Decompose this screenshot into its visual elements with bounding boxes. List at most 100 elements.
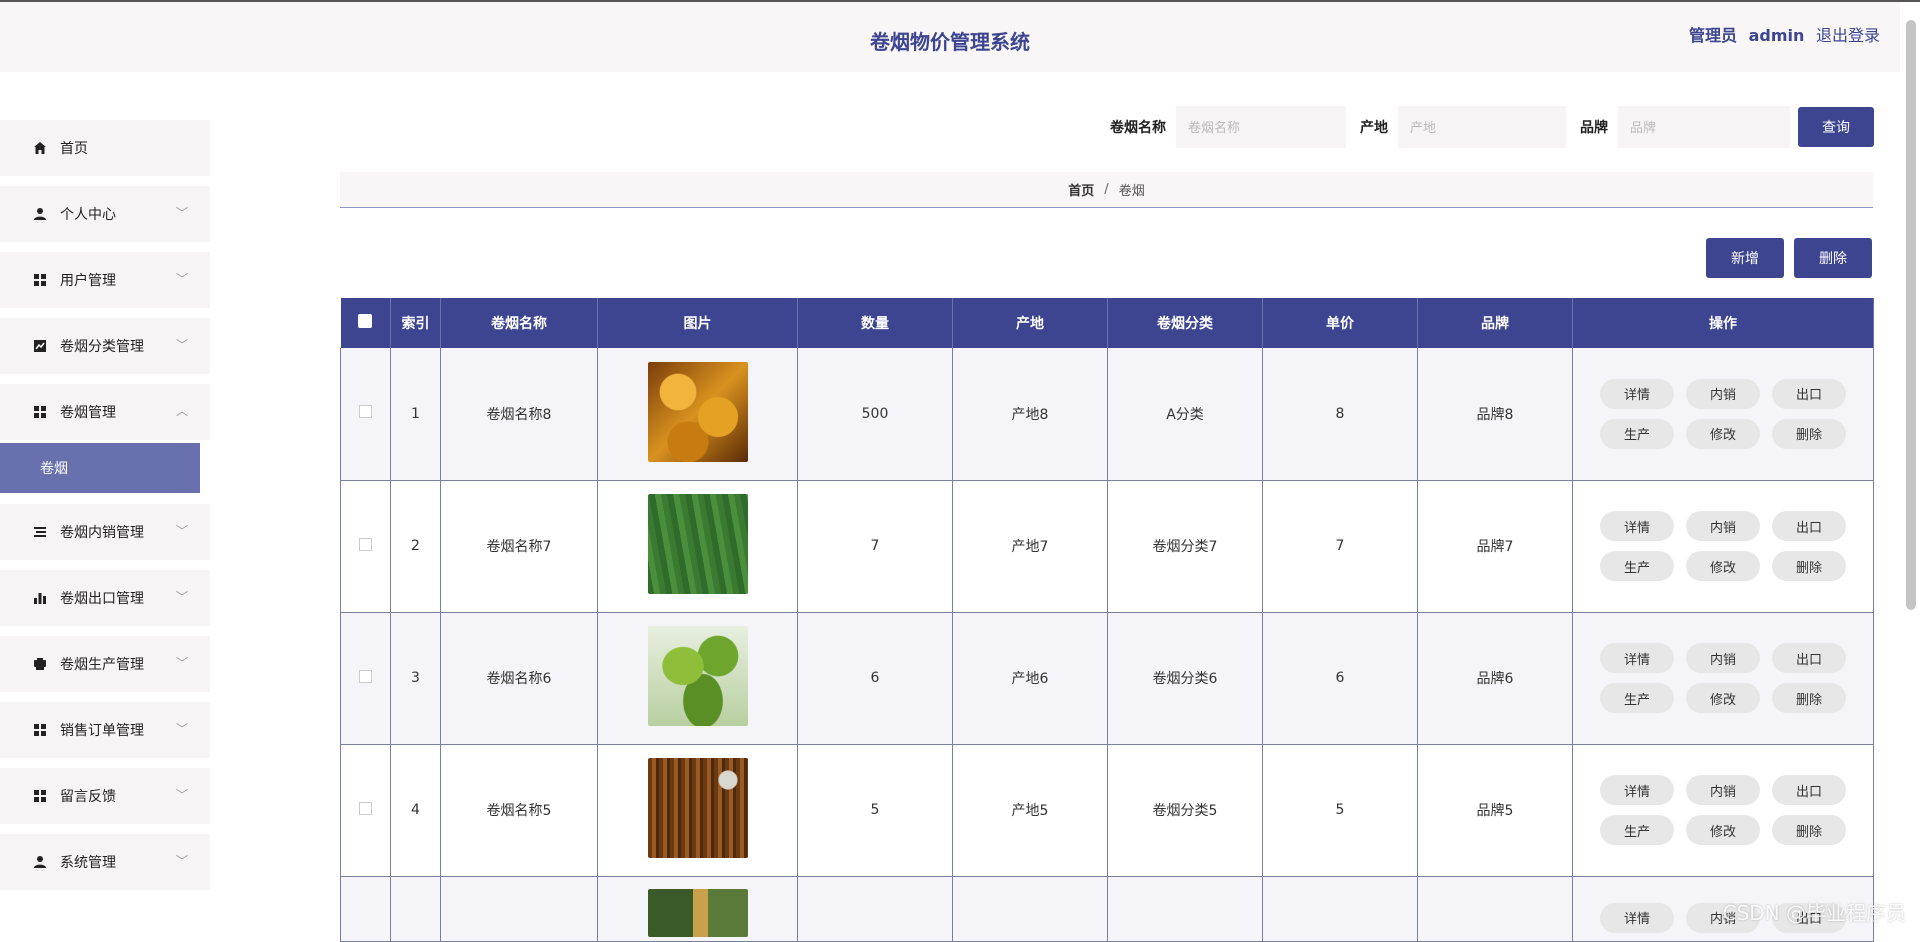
cell-index: 3 xyxy=(391,612,441,744)
cell-index: 4 xyxy=(391,744,441,876)
sidebar-item-system[interactable]: 系统管理 ﹀ xyxy=(0,834,210,890)
column-header: 品牌 xyxy=(1418,298,1573,348)
sidebar-subitem-cigarette[interactable]: 卷烟 xyxy=(0,443,200,493)
person-icon xyxy=(32,854,48,870)
domestic-sale-button[interactable]: 内销 xyxy=(1686,379,1760,409)
name-search-input[interactable] xyxy=(1176,106,1346,148)
cell-brand: 品牌8 xyxy=(1418,348,1573,480)
batch-delete-button[interactable]: 删除 xyxy=(1794,238,1872,278)
table-actions: 新增 删除 xyxy=(1696,238,1872,278)
sidebar-item-domestic-sales[interactable]: 卷烟内销管理 ﹀ xyxy=(0,504,210,560)
detail-button[interactable]: 详情 xyxy=(1600,643,1674,673)
cigarette-photo xyxy=(648,626,748,726)
export-button[interactable]: 出口 xyxy=(1772,511,1846,541)
breadcrumb-home[interactable]: 首页 xyxy=(1068,180,1094,199)
origin-search-input[interactable] xyxy=(1398,106,1566,148)
column-header: 卷烟分类 xyxy=(1108,298,1263,348)
cell-price: 5 xyxy=(1263,744,1418,876)
cell-origin: 产地5 xyxy=(953,744,1108,876)
cell-category: 卷烟分类5 xyxy=(1108,744,1263,876)
domestic-sale-button[interactable]: 内销 xyxy=(1686,643,1760,673)
detail-button[interactable]: 详情 xyxy=(1600,379,1674,409)
export-button[interactable]: 出口 xyxy=(1772,775,1846,805)
breadcrumb-separator: / xyxy=(1104,182,1108,197)
cigarette-photo xyxy=(648,889,748,937)
table-row: 详情 内销 出口 xyxy=(341,876,1874,941)
produce-button[interactable]: 生产 xyxy=(1600,815,1674,845)
sidebar-item-personal-center[interactable]: 个人中心 ﹀ xyxy=(0,186,210,242)
sidebar-item-export[interactable]: 卷烟出口管理 ﹀ xyxy=(0,570,210,626)
cell-index: 1 xyxy=(391,348,441,480)
cell-name: 卷烟名称7 xyxy=(441,480,598,612)
row-checkbox[interactable] xyxy=(359,405,372,418)
row-checkbox[interactable] xyxy=(359,802,372,815)
delete-button[interactable]: 删除 xyxy=(1772,419,1846,449)
chevron-up-icon: ︿ xyxy=(176,402,188,419)
column-header: 图片 xyxy=(598,298,798,348)
column-header: 索引 xyxy=(391,298,441,348)
sidebar-item-sales-orders[interactable]: 销售订单管理 ﹀ xyxy=(0,702,210,758)
origin-label: 产地 xyxy=(1360,117,1388,137)
cell-price: 7 xyxy=(1263,480,1418,612)
chart-icon xyxy=(32,338,48,354)
brand-search-input[interactable] xyxy=(1618,106,1790,148)
cell-origin: 产地8 xyxy=(953,348,1108,480)
chevron-down-icon: ﹀ xyxy=(176,786,188,803)
sidebar-item-production[interactable]: 卷烟生产管理 ﹀ xyxy=(0,636,210,692)
edit-button[interactable]: 修改 xyxy=(1686,419,1760,449)
chevron-down-icon: ﹀ xyxy=(176,852,188,869)
app-header: 卷烟物价管理系统 管理员 admin 退出登录 xyxy=(0,2,1900,72)
sidebar-item-label: 系统管理 xyxy=(60,852,116,872)
brand-label: 品牌 xyxy=(1580,117,1608,137)
domestic-sale-button[interactable]: 内销 xyxy=(1686,775,1760,805)
row-checkbox[interactable] xyxy=(359,670,372,683)
page-scrollbar[interactable] xyxy=(1906,20,1916,610)
logout-link[interactable]: 退出登录 xyxy=(1816,26,1880,45)
domestic-sale-button[interactable]: 内销 xyxy=(1686,511,1760,541)
delete-button[interactable]: 删除 xyxy=(1772,683,1846,713)
sidebar-item-label: 卷烟管理 xyxy=(60,402,116,422)
select-all-checkbox[interactable] xyxy=(358,314,372,328)
delete-button[interactable]: 删除 xyxy=(1772,815,1846,845)
breadcrumb: 首页 / 卷烟 xyxy=(340,172,1873,208)
export-button[interactable]: 出口 xyxy=(1772,643,1846,673)
cell-category: 卷烟分类7 xyxy=(1108,480,1263,612)
home-icon xyxy=(32,140,48,156)
row-actions: 详情 内销 出口 生产 修改 删除 xyxy=(1573,511,1873,581)
detail-button[interactable]: 详情 xyxy=(1600,775,1674,805)
app-title: 卷烟物价管理系统 xyxy=(0,26,1900,55)
user-role: 管理员 xyxy=(1689,26,1737,45)
detail-button[interactable]: 详情 xyxy=(1600,903,1674,933)
produce-button[interactable]: 生产 xyxy=(1600,551,1674,581)
sidebar-item-home[interactable]: 首页 xyxy=(0,120,210,176)
select-all-header[interactable] xyxy=(341,298,391,348)
name-label: 卷烟名称 xyxy=(1110,117,1166,137)
cigarette-photo xyxy=(648,362,748,462)
sidebar-item-feedback[interactable]: 留言反馈 ﹀ xyxy=(0,768,210,824)
sidebar-item-cigarette-management[interactable]: 卷烟管理 ︿ xyxy=(0,384,210,440)
sidebar-item-label: 个人中心 xyxy=(60,204,116,224)
row-checkbox[interactable] xyxy=(359,538,372,551)
sidebar-item-category-management[interactable]: 卷烟分类管理 ﹀ xyxy=(0,318,210,374)
delete-button[interactable]: 删除 xyxy=(1772,551,1846,581)
cell-category: A分类 xyxy=(1108,348,1263,480)
edit-button[interactable]: 修改 xyxy=(1686,815,1760,845)
edit-button[interactable]: 修改 xyxy=(1686,683,1760,713)
sidebar-item-label: 销售订单管理 xyxy=(60,720,144,740)
cell-category: 卷烟分类6 xyxy=(1108,612,1263,744)
person-icon xyxy=(32,206,48,222)
cell-price: 6 xyxy=(1263,612,1418,744)
chevron-down-icon: ﹀ xyxy=(176,204,188,221)
search-button[interactable]: 查询 xyxy=(1798,107,1874,147)
edit-button[interactable]: 修改 xyxy=(1686,551,1760,581)
export-button[interactable]: 出口 xyxy=(1772,379,1846,409)
sidebar-item-user-management[interactable]: 用户管理 ﹀ xyxy=(0,252,210,308)
add-button[interactable]: 新增 xyxy=(1706,238,1784,278)
produce-button[interactable]: 生产 xyxy=(1600,683,1674,713)
bar-chart-icon xyxy=(32,590,48,606)
produce-button[interactable]: 生产 xyxy=(1600,419,1674,449)
list-icon xyxy=(32,524,48,540)
chevron-down-icon: ﹀ xyxy=(176,522,188,539)
cell-brand: 品牌6 xyxy=(1418,612,1573,744)
detail-button[interactable]: 详情 xyxy=(1600,511,1674,541)
